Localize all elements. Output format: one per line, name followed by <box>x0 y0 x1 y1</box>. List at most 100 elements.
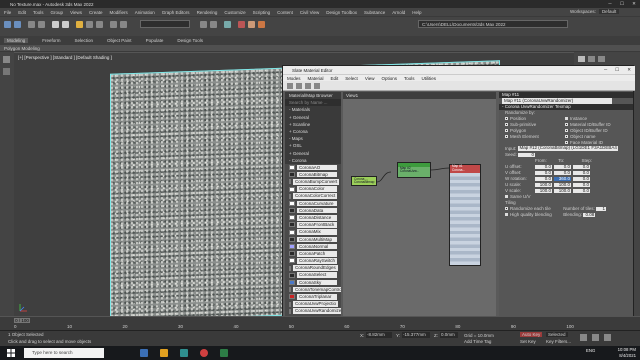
zoom-icon[interactable] <box>592 334 599 341</box>
high-quality-checkbox[interactable] <box>505 213 508 217</box>
browser-category[interactable]: + OSL <box>285 142 341 150</box>
browser-map-item[interactable]: CoronaFrontBack <box>285 221 341 228</box>
browser-map-item[interactable]: CoronaUvwRandomizer <box>285 308 341 315</box>
workspaces-dropdown[interactable]: Default <box>598 9 620 14</box>
create-tab-icon[interactable] <box>578 56 585 62</box>
param-step-spinner[interactable]: 0.0 <box>573 176 590 182</box>
browser-map-item[interactable]: CoronaRoundEdges <box>285 265 341 272</box>
align-icon[interactable] <box>210 21 217 28</box>
browser-map-item[interactable]: CoronaTriplanar <box>285 293 341 300</box>
chrome-icon[interactable] <box>200 349 208 357</box>
param-to-spinner[interactable]: 100.0 <box>554 188 571 194</box>
viewport-label[interactable]: [+] [Perspective ] [Standard ] [Default … <box>18 55 112 60</box>
menu-group[interactable]: Group <box>51 10 64 15</box>
sme-menu-utilities[interactable]: Utilities <box>422 76 437 81</box>
mirror-icon[interactable] <box>200 21 207 28</box>
key-filters-button[interactable]: Key Filters... <box>546 339 571 344</box>
unlink-icon[interactable] <box>38 21 45 28</box>
seed-spinner[interactable]: 0 <box>518 152 536 158</box>
blending-spinner[interactable]: 0.08 <box>583 212 596 218</box>
ribbon-tab-design-tools[interactable]: Design Tools <box>177 38 203 43</box>
param-from-spinner[interactable]: 0.0 <box>535 176 552 182</box>
browser-map-item[interactable]: CoronaUvwProjectio <box>285 300 341 307</box>
browser-map-item[interactable]: CoronaColorCorrect <box>285 193 341 200</box>
menu-civil-view[interactable]: Civil View <box>300 10 319 15</box>
number-tiles-spinner[interactable]: 1 <box>596 206 607 212</box>
ribbon-tab-object-paint[interactable]: Object Paint <box>107 38 132 43</box>
browser-category[interactable]: + General <box>285 149 341 157</box>
param-step-spinner[interactable]: 0.0 <box>573 188 590 194</box>
assign-material-icon[interactable] <box>296 83 302 89</box>
sme-menu-view[interactable]: View <box>365 76 375 81</box>
play-icon[interactable] <box>580 334 587 341</box>
sme-menu-edit[interactable]: Edit <box>331 76 339 81</box>
browser-search-input[interactable]: Search by Name ... <box>285 99 341 107</box>
param-to-spinner[interactable]: 360.0 <box>554 176 571 182</box>
ribbon-tab-freeform[interactable]: Freeform <box>42 38 60 43</box>
link-icon[interactable] <box>28 21 35 28</box>
sme-menu-tools[interactable]: Tools <box>404 76 415 81</box>
auto-key-button[interactable]: Auto Key <box>520 332 543 337</box>
menu-edit[interactable]: Edit <box>18 10 26 15</box>
time-slider[interactable]: 0 / 100 <box>14 318 30 323</box>
polygon-modeling-label[interactable]: Polygon Modeling <box>4 46 40 51</box>
windows-start-icon[interactable] <box>7 349 15 357</box>
taskbar-search-input[interactable]: Type here to search <box>24 348 104 358</box>
browser-category[interactable]: - Maps <box>285 135 341 143</box>
minimize-icon[interactable]: ─ <box>604 0 616 8</box>
excel-icon[interactable] <box>220 349 228 357</box>
browser-category[interactable]: - Materials <box>285 106 341 114</box>
show-in-viewport-icon[interactable] <box>314 83 320 89</box>
randomize-each-tile-checkbox[interactable] <box>505 207 508 211</box>
viewport-layout-icon[interactable] <box>3 56 10 63</box>
browser-map-item[interactable]: CoronaSelect <box>285 272 341 279</box>
menu-rendering[interactable]: Rendering <box>197 10 218 15</box>
menu-substance[interactable]: Substance <box>364 10 385 15</box>
sme-menu-modes[interactable]: Modes <box>287 76 301 81</box>
param-step-spinner[interactable]: 0.0 <box>573 164 590 170</box>
menu-create[interactable]: Create <box>89 10 103 15</box>
3dsmax-app-icon[interactable] <box>180 349 188 357</box>
menu-tools[interactable]: Tools <box>33 10 44 15</box>
object-id-radio[interactable] <box>565 129 568 133</box>
add-time-tag[interactable]: Add Time Tag <box>464 339 491 344</box>
menu-modifiers[interactable]: Modifiers <box>110 10 128 15</box>
orbit-icon[interactable] <box>604 334 611 341</box>
browser-map-item[interactable]: CoronaMultiMap <box>285 236 341 243</box>
browser-map-item[interactable]: CoronaAO <box>285 164 341 171</box>
pick-material-icon[interactable] <box>287 83 293 89</box>
x-coordinate[interactable]: -8.82mm <box>366 332 392 338</box>
menu-help[interactable]: Help <box>412 10 421 15</box>
sme-maximize-icon[interactable]: ☐ <box>615 67 619 73</box>
undo-icon[interactable] <box>4 21 11 28</box>
sme-close-icon[interactable]: ✕ <box>627 67 631 73</box>
y-coordinate[interactable]: -15.377mm <box>402 332 430 338</box>
browser-category[interactable]: + Scanline <box>285 120 341 128</box>
move-icon[interactable] <box>76 21 83 28</box>
browser-map-item[interactable]: CoronaData <box>285 207 341 214</box>
polygon-radio[interactable] <box>505 129 508 133</box>
browser-map-item[interactable]: CoronaTonemapControl <box>285 286 341 293</box>
hierarchy-tab-icon[interactable] <box>598 56 605 62</box>
param-from-spinner[interactable]: 100.0 <box>535 188 552 194</box>
layers-icon[interactable] <box>3 68 10 75</box>
browser-map-item[interactable]: CoronaBitmap <box>285 171 341 178</box>
language-indicator[interactable]: ENG <box>586 348 595 353</box>
menu-views[interactable]: Views <box>70 10 82 15</box>
browser-category[interactable]: + General <box>285 113 341 121</box>
select-icon[interactable] <box>52 21 59 28</box>
z-coordinate[interactable]: 0.0mm <box>440 332 458 338</box>
material-node[interactable]: Map #1 Corona... <box>449 164 481 266</box>
ribbon-tab-modeling[interactable]: Modeling <box>4 38 29 43</box>
browser-map-item[interactable]: CoronaColor <box>285 185 341 192</box>
browser-map-item[interactable]: CoronaDistance <box>285 214 341 221</box>
set-key-button[interactable]: Set Key <box>520 339 536 344</box>
browser-map-item[interactable]: CoronaNormal <box>285 243 341 250</box>
scale-icon[interactable] <box>96 21 103 28</box>
modify-tab-icon[interactable] <box>588 56 595 62</box>
material-node-slots[interactable] <box>450 173 480 265</box>
instance-radio[interactable] <box>565 117 568 121</box>
mesh-element-radio[interactable] <box>505 135 508 139</box>
delete-selected-icon[interactable] <box>305 83 311 89</box>
browser-map-item[interactable]: CoronaCurvature <box>285 200 341 207</box>
